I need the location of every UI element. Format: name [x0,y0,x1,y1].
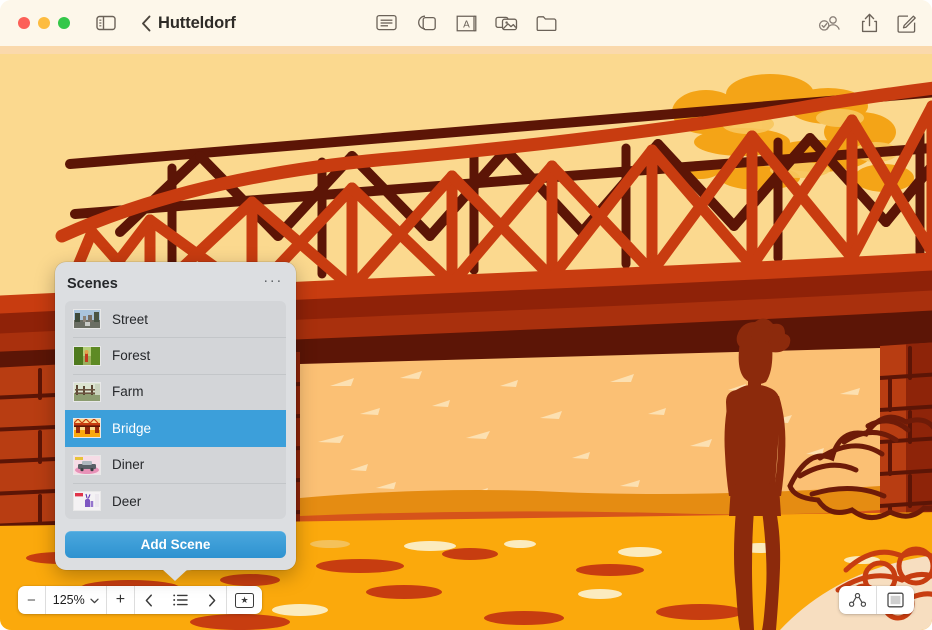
display-controls-toolbar [839,586,914,614]
share-icon[interactable] [856,10,882,36]
zoom-level-selector[interactable]: 125% [45,586,107,614]
window-titlebar: Hutteldorf A [0,0,932,46]
minimize-button[interactable] [38,17,50,29]
zoom-in-button[interactable]: + [107,586,134,614]
scene-list-icon[interactable] [163,586,198,614]
list-item[interactable]: Street [65,301,286,337]
list-item[interactable]: Bridge [65,410,286,446]
bridge-thumbnail [73,418,101,438]
scene-list[interactable]: Street Forest [65,301,286,519]
list-item[interactable]: Farm [65,374,286,410]
more-options-icon[interactable]: ··· [263,276,283,292]
list-item-label: Deer [112,494,141,509]
sidebar-toggle-icon[interactable] [93,10,119,36]
zoom-level-value: 125% [53,593,85,607]
folder-icon[interactable] [533,10,559,36]
popover-arrow [162,569,188,581]
media-icon[interactable] [493,10,519,36]
text-box-icon[interactable]: A [453,10,479,36]
list-item-label: Diner [112,457,144,472]
svg-text:A: A [463,19,470,30]
popover-title: Scenes [67,276,118,292]
presentation-icon[interactable]: ★ [226,586,262,614]
scenes-popover: Scenes ··· Street [55,262,296,570]
diner-thumbnail [73,455,101,475]
frame-icon[interactable] [876,586,914,614]
list-item-label: Bridge [112,421,151,436]
page-title: Hutteldorf [158,14,236,33]
app-window: Hutteldorf A [0,0,932,630]
add-scene-button[interactable]: Add Scene [65,531,286,558]
text-icon[interactable] [373,10,399,36]
list-item-label: Farm [112,384,144,399]
traffic-lights [18,17,70,29]
chevron-down-icon [90,591,99,609]
popover-header: Scenes ··· [65,271,286,297]
street-thumbnail [73,309,101,329]
previous-scene-button[interactable] [134,586,163,614]
shape-icon[interactable] [413,10,439,36]
next-scene-button[interactable] [198,586,226,614]
compose-icon[interactable] [894,10,920,36]
zoom-out-button[interactable]: − [18,586,45,614]
list-item[interactable]: Diner [65,447,286,483]
list-item-label: Street [112,312,148,327]
close-button[interactable] [18,17,30,29]
list-item-label: Forest [112,348,150,363]
presentation-star-box: ★ [235,593,254,608]
forest-thumbnail [73,346,101,366]
farm-thumbnail [73,382,101,402]
list-item[interactable]: Forest [65,337,286,373]
deer-thumbnail [73,491,101,511]
list-item[interactable]: Deer [65,483,286,519]
collaborate-icon[interactable] [816,10,842,36]
view-controls-toolbar: − 125% + [18,586,262,614]
graph-icon[interactable] [839,586,876,614]
zoom-button[interactable] [58,17,70,29]
back-chevron-icon[interactable] [133,10,159,36]
